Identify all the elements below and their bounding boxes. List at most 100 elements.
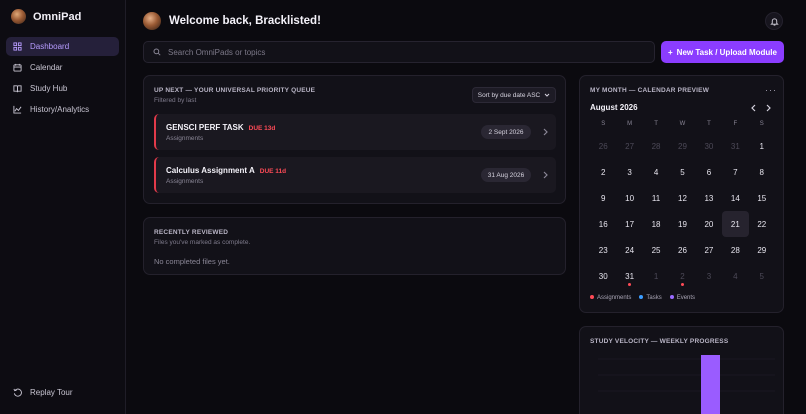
calendar-header: MY MONTH — CALENDAR PREVIEW (590, 87, 709, 94)
day-number: 3 (706, 271, 712, 281)
more-options-icon[interactable]: ··· (765, 85, 777, 95)
calendar-day[interactable]: 20 (696, 211, 722, 237)
calendar-day[interactable]: 12 (669, 185, 695, 211)
calendar-day[interactable]: 1 (643, 263, 669, 289)
queue-title: UP NEXT — YOUR UNIVERSAL PRIORITY QUEUE (154, 87, 316, 94)
day-number: 2 (680, 271, 685, 281)
calendar-day[interactable]: 24 (616, 237, 642, 263)
chevron-right-icon[interactable] (764, 103, 772, 113)
day-number: 21 (730, 219, 740, 229)
calendar-day[interactable]: 8 (749, 159, 775, 185)
calendar-day[interactable]: 27 (696, 237, 722, 263)
velocity-header: STUDY VELOCITY — WEEKLY PROGRESS (590, 338, 728, 345)
new-task-button[interactable]: + New Task / Upload Module (661, 41, 784, 63)
calendar-day[interactable]: 27 (616, 133, 642, 159)
calendar-day[interactable]: 10 (616, 185, 642, 211)
dashboard-icon (13, 42, 22, 51)
page-title: Welcome back, Bracklisted! (169, 15, 321, 27)
weekday-label: S (601, 121, 606, 127)
calendar-day[interactable]: 31 (616, 263, 642, 289)
calendar-day[interactable]: 2 (669, 263, 695, 289)
day-number: 14 (730, 193, 740, 203)
calendar-day[interactable]: 6 (696, 159, 722, 185)
calendar-day[interactable]: 5 (669, 159, 695, 185)
sidebar-item-calendar[interactable]: Calendar (6, 58, 119, 77)
day-number: 31 (730, 141, 740, 151)
day-number: 6 (706, 167, 712, 177)
sidebar-item-label: Dashboard (30, 42, 70, 51)
task-date-pill: 2 Sept 2026 (481, 125, 531, 139)
calendar-day[interactable]: 22 (749, 211, 775, 237)
day-number: 26 (598, 141, 608, 151)
chevron-left-icon[interactable] (750, 103, 758, 113)
replay-icon (13, 388, 22, 397)
day-number: 5 (680, 167, 685, 177)
notifications-button[interactable] (765, 12, 783, 30)
sidebar-item-study-hub[interactable]: Study Hub (6, 79, 119, 98)
calendar-day[interactable]: 11 (643, 185, 669, 211)
calendar-day[interactable]: 30 (696, 133, 722, 159)
calendar-day[interactable]: 28 (722, 237, 748, 263)
task-item[interactable]: Calculus Assignment A DUE 11d Assignments… (154, 157, 556, 193)
calendar-day[interactable]: 23 (590, 237, 616, 263)
brand[interactable]: OmniPad (11, 9, 81, 24)
sidebar-item-dashboard[interactable]: Dashboard (6, 37, 119, 56)
chevron-right-icon[interactable] (541, 170, 549, 180)
calendar-day[interactable]: 5 (749, 263, 775, 289)
welcome-header: Welcome back, Bracklisted! (143, 12, 321, 30)
calendar-day[interactable]: 16 (590, 211, 616, 237)
calendar-day[interactable]: 4 (643, 159, 669, 185)
legend-item: Assignments (590, 295, 631, 301)
sort-dropdown[interactable]: Sort by due date ASC (472, 87, 556, 103)
chevron-right-icon[interactable] (541, 127, 549, 137)
sidebar-item-label: History/Analytics (30, 105, 90, 114)
search-input[interactable] (168, 47, 648, 57)
day-number: 4 (733, 271, 738, 281)
avatar[interactable] (143, 12, 161, 30)
task-item[interactable]: GENSCI PERF TASK DUE 13d Assignments 2 Se… (154, 114, 556, 150)
calendar-card: MY MONTH — CALENDAR PREVIEW ··· August 2… (579, 75, 784, 313)
calendar-day[interactable]: 28 (643, 133, 669, 159)
day-number: 19 (678, 219, 687, 229)
day-number: 25 (651, 245, 661, 255)
sort-label: Sort by due date ASC (477, 91, 541, 99)
calendar-day[interactable]: 25 (643, 237, 669, 263)
calendar-day[interactable]: 19 (669, 211, 695, 237)
replay-tour-button[interactable]: Replay Tour (13, 388, 73, 397)
calendar-day[interactable]: 26 (590, 133, 616, 159)
calendar-day[interactable]: 30 (590, 263, 616, 289)
calendar-day[interactable]: 18 (643, 211, 669, 237)
calendar-day[interactable]: 4 (722, 263, 748, 289)
day-number: 5 (759, 271, 764, 281)
calendar-day[interactable]: 13 (696, 185, 722, 211)
calendar-day[interactable]: 1 (749, 133, 775, 159)
day-number: 30 (598, 271, 608, 281)
calendar-day[interactable]: 17 (616, 211, 642, 237)
task-title: GENSCI PERF TASK (166, 123, 244, 132)
sidebar-item-history-analytics[interactable]: History/Analytics (6, 100, 119, 119)
day-number: 12 (678, 193, 687, 203)
calendar-day[interactable]: 7 (722, 159, 748, 185)
plus-icon: + (668, 47, 673, 57)
calendar-day[interactable]: 3 (616, 159, 642, 185)
calendar-day-today[interactable]: 21 (722, 211, 749, 237)
calendar-day[interactable]: 31 (722, 133, 748, 159)
day-number: 3 (627, 167, 632, 177)
velocity-title: STUDY VELOCITY — WEEKLY PROGRESS (590, 338, 729, 345)
calendar-day[interactable]: 29 (749, 237, 775, 263)
calendar-day[interactable]: 29 (669, 133, 695, 159)
calendar-day[interactable]: 2 (590, 159, 616, 185)
search-bar[interactable] (143, 41, 655, 63)
task-name: GENSCI PERF TASK DUE 13d (166, 123, 275, 132)
calendar-day[interactable]: 9 (590, 185, 616, 211)
due-badge: DUE 13d (248, 125, 276, 132)
legend-dot (639, 295, 644, 300)
calendar-day[interactable]: 26 (669, 237, 695, 263)
calendar-day[interactable]: 15 (749, 185, 775, 211)
calendar-day[interactable]: 3 (696, 263, 722, 289)
day-number: 22 (757, 219, 767, 229)
calendar-day[interactable]: 14 (722, 185, 748, 211)
legend-item: Tasks (639, 295, 662, 301)
day-number: 10 (625, 193, 635, 203)
queue-header: UP NEXT — YOUR UNIVERSAL PRIORITY QUEUE … (154, 87, 315, 104)
